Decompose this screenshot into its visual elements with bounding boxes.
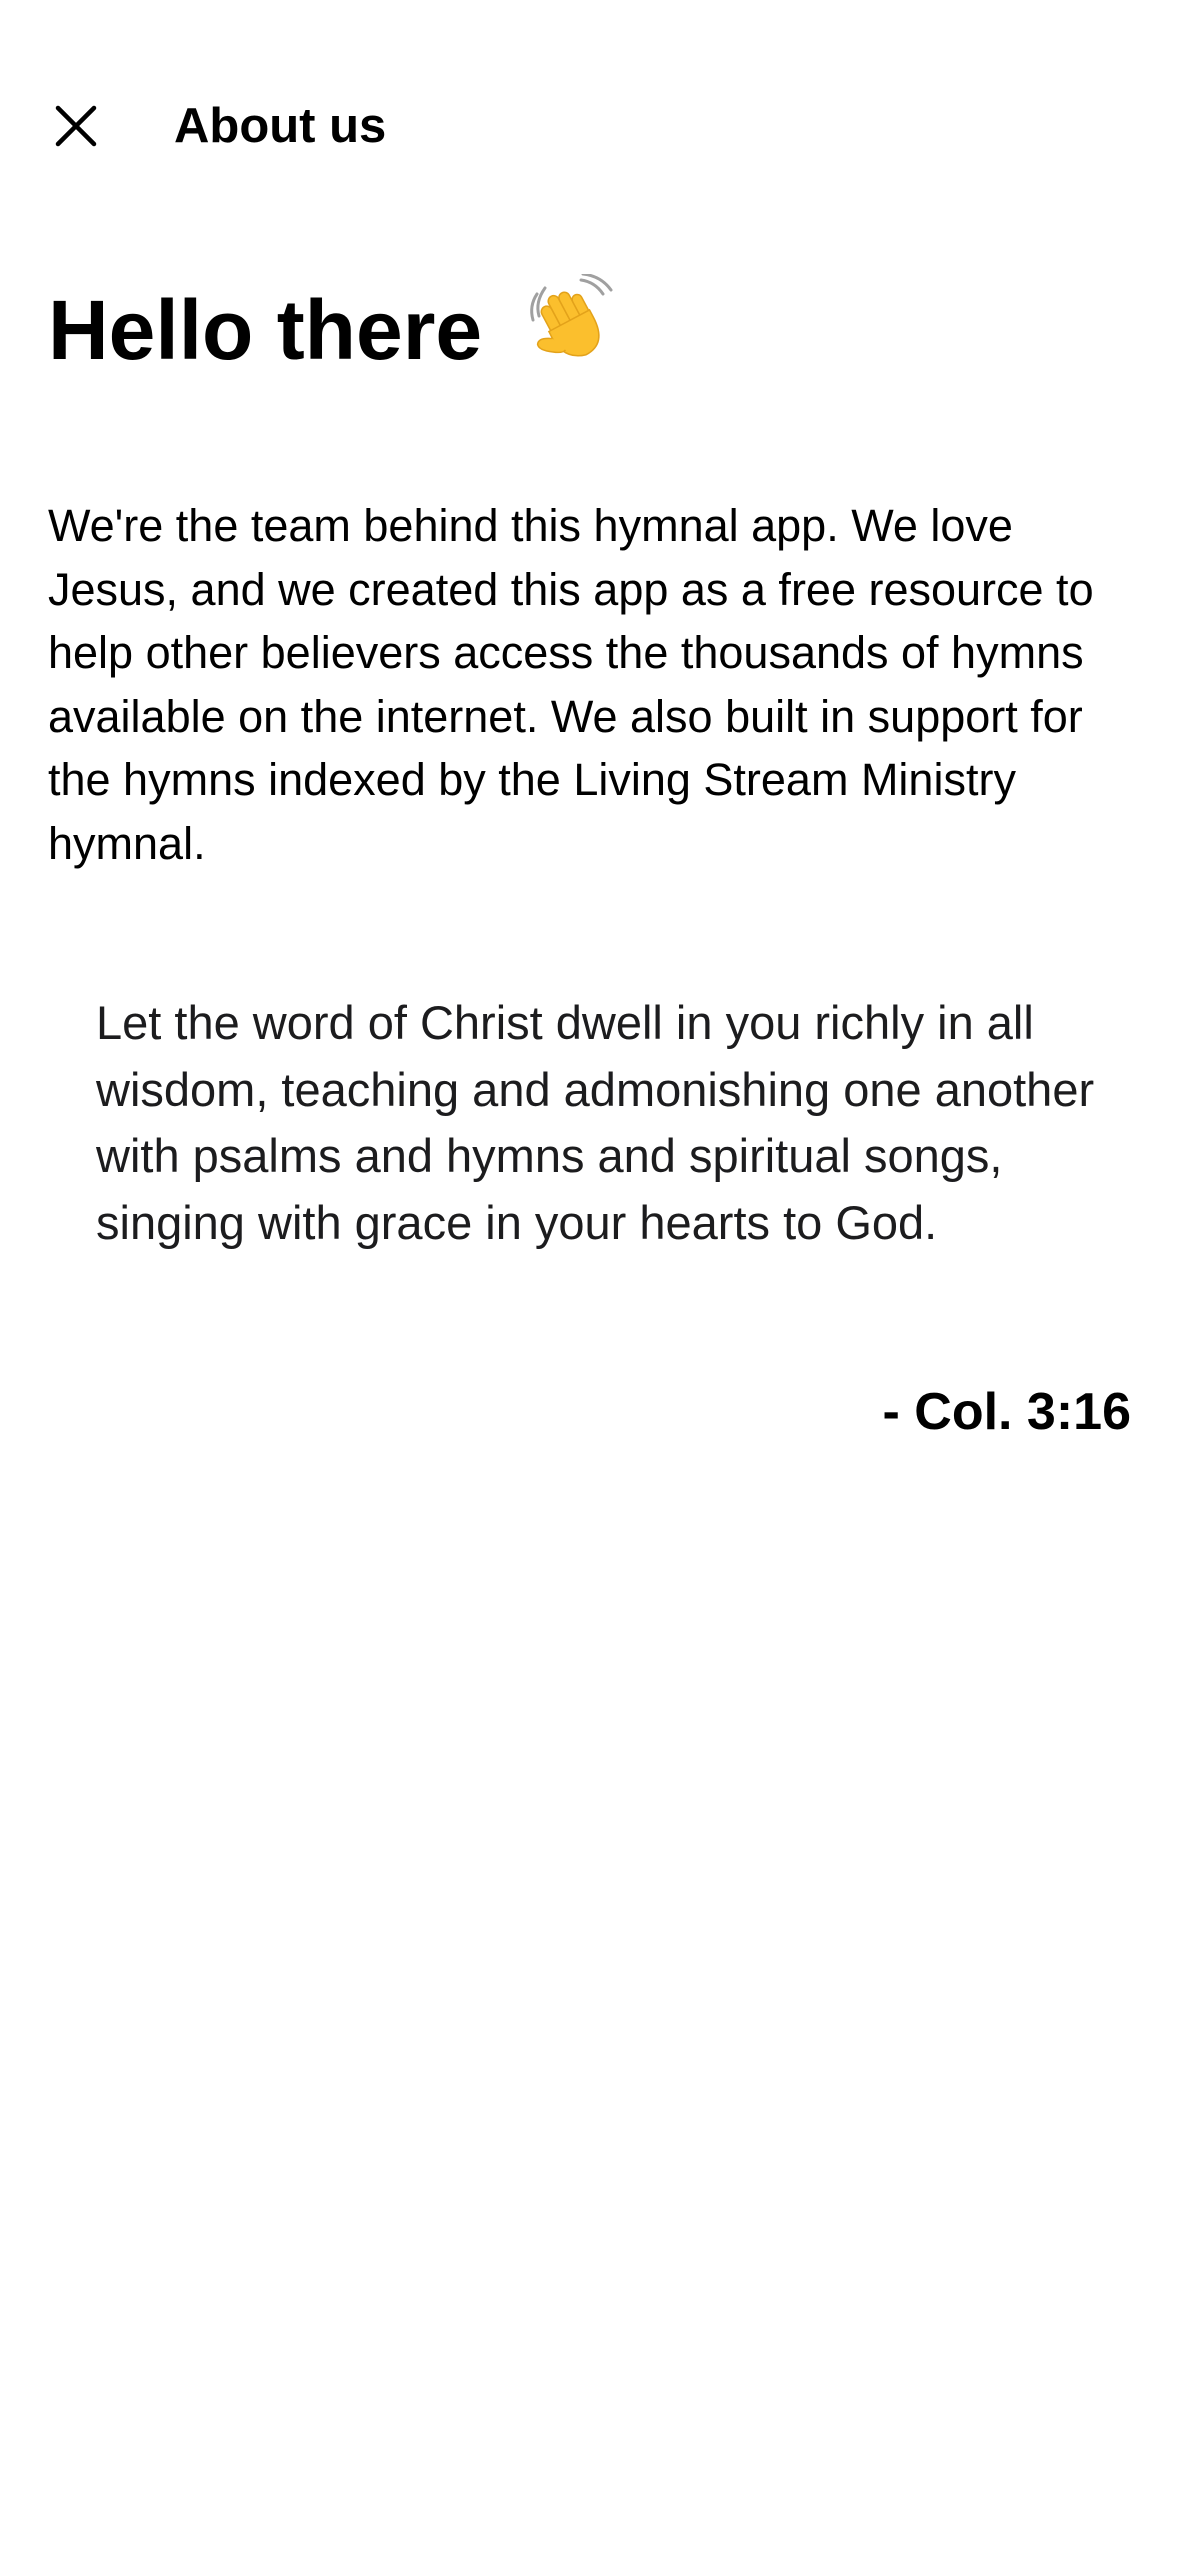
header-bar: About us	[0, 90, 1179, 162]
waving-hand-icon	[523, 272, 615, 387]
greeting-heading: Hello there	[48, 272, 615, 393]
page-title: About us	[174, 99, 387, 153]
close-icon	[55, 105, 97, 147]
scripture-quote: Let the word of Christ dwell in you rich…	[96, 996, 1095, 1249]
intro-paragraph: We're the team behind this hymnal app. W…	[48, 500, 1094, 869]
scripture-citation: - Col. 3:16	[882, 1383, 1132, 1441]
close-button[interactable]	[40, 90, 112, 162]
greeting-text: Hello there	[48, 283, 483, 377]
